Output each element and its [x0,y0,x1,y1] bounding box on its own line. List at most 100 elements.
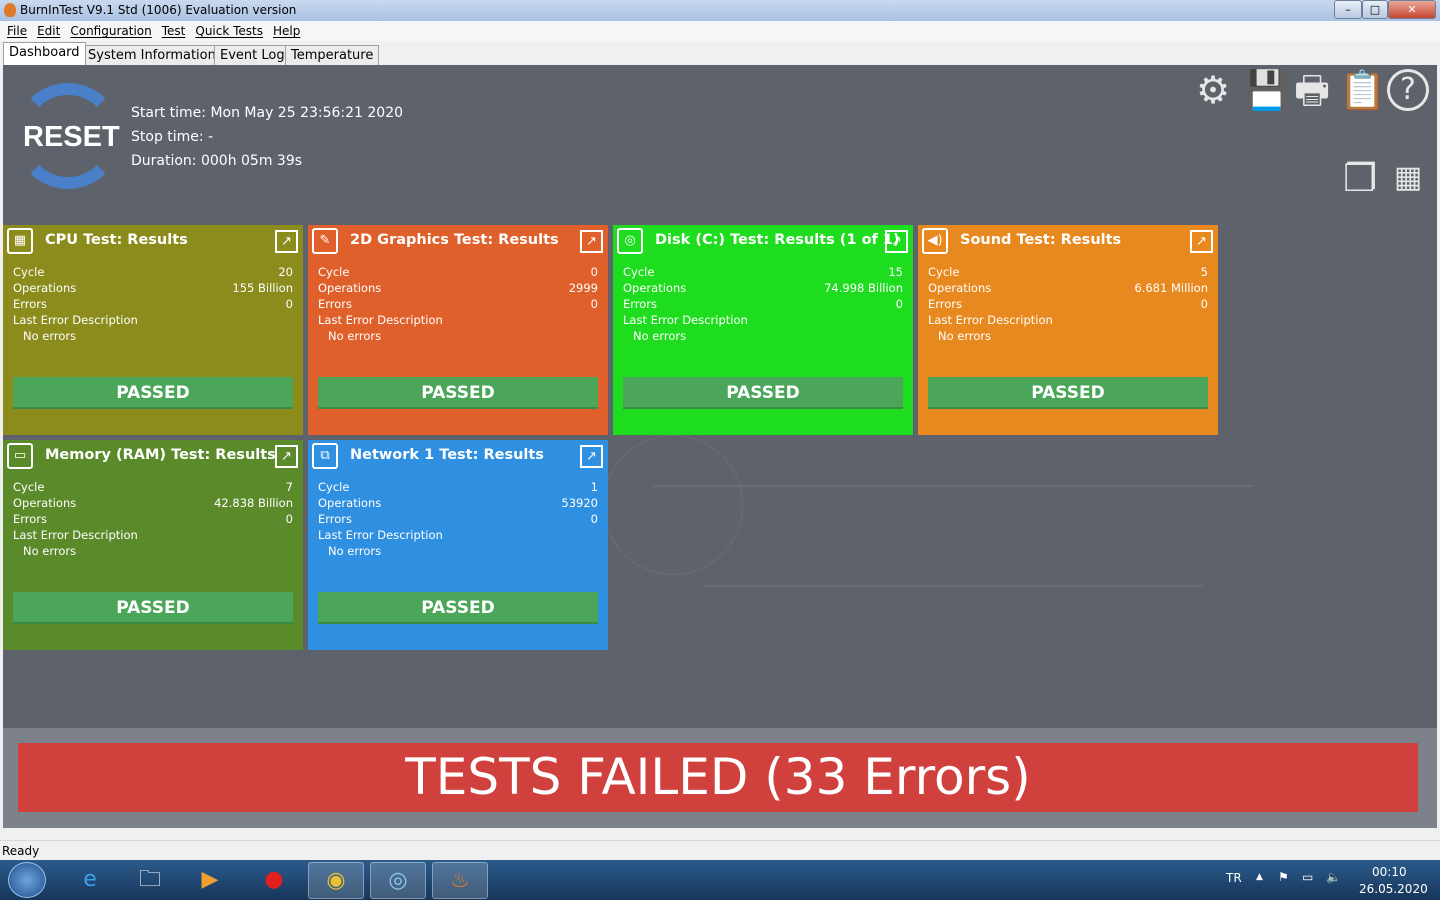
errors-row: Errors 0 [318,297,598,313]
operations-value: 74.998 Billion [824,281,903,295]
circuit-decoration [653,485,1253,487]
show-hidden-icons-icon[interactable]: ▲ [1256,872,1263,882]
errors-value: 0 [285,297,293,311]
start-button[interactable] [8,862,46,898]
clock-date[interactable]: 26.05.2020 [1359,882,1428,896]
dashboard-panel: RESET Start time: Mon May 25 23:56:21 20… [3,65,1437,828]
help-icon[interactable]: ? [1387,69,1429,111]
speaker-icon: ◀) [922,228,948,254]
last-error-value: No errors [23,544,77,558]
grid-view-icon[interactable]: ▦ [1387,157,1429,199]
operations-value: 42.838 Billion [214,496,293,510]
operations-label: Operations [318,496,382,510]
taskbar-chrome-icon[interactable]: ◉ [308,862,364,899]
operations-row: Operations 53920 [318,496,598,512]
memory-icon: ▭ [7,443,33,469]
cycle-label: Cycle [13,480,45,494]
last-error-label: Last Error Description [13,528,138,542]
duration: Duration: 000h 05m 39s [131,153,303,169]
tab-temperature[interactable]: Temperature [285,45,380,65]
close-button[interactable]: ✕ [1388,0,1436,19]
settings-gears-icon[interactable]: ⚙ [1192,69,1234,111]
operations-value: 6.681 Million [1134,281,1208,295]
cycle-value: 7 [285,480,293,494]
cycle-row: Cycle 1 [318,480,598,496]
cycle-row: Cycle 7 [13,480,293,496]
menu-help[interactable]: Help [273,21,300,41]
card-title: CPU Test: Results [45,232,188,248]
last-error-label: Last Error Description [928,313,1053,327]
errors-label: Errors [13,297,48,311]
cycle-label: Cycle [928,265,960,279]
card-title: Network 1 Test: Results [350,447,544,463]
test-card: ⧉ Network 1 Test: Results ↗ Cycle 1 Opera… [308,440,608,650]
popout-icon[interactable]: ↗ [885,230,908,253]
test-result-banner: TESTS FAILED (33 Errors) [18,743,1418,812]
reset-label[interactable]: RESET [23,121,120,154]
operations-row: Operations 6.681 Million [928,281,1208,297]
taskbar-app-icon[interactable]: ● [246,862,302,899]
menu-edit[interactable]: Edit [37,21,60,41]
circuit-decoration [703,585,1203,587]
taskbar-media-player-icon[interactable]: ▶ [182,862,238,899]
popout-icon[interactable]: ↗ [275,230,298,253]
last-error-label: Last Error Description [13,313,138,327]
language-indicator[interactable]: TR [1226,871,1242,885]
taskbar-network-icon[interactable]: ◎ [370,862,426,899]
save-icon[interactable]: 💾 [1243,69,1290,111]
menu-configuration[interactable]: Configuration [70,21,151,41]
cycle-value: 0 [590,265,598,279]
cycle-label: Cycle [13,265,45,279]
minimize-button[interactable]: – [1334,0,1362,19]
card-title: 2D Graphics Test: Results [350,232,559,248]
network-tray-icon[interactable]: ▭ [1302,870,1313,884]
app-flame-icon [4,3,16,17]
card-title: Disk (C:) Test: Results (1 of 1) [655,232,900,248]
cycle-row: Cycle 20 [13,265,293,281]
tab-dashboard[interactable]: Dashboard [3,42,86,65]
cycle-value: 1 [590,480,598,494]
popout-icon[interactable]: ↗ [580,230,603,253]
menu-quick-tests[interactable]: Quick Tests [195,21,263,41]
passed-status: PASSED [318,592,598,624]
passed-status: PASSED [13,377,293,409]
errors-row: Errors 0 [13,512,293,528]
volume-icon[interactable]: 🔈 [1326,870,1341,884]
clock-time[interactable]: 00:10 [1372,865,1407,879]
action-center-flag-icon[interactable]: ⚑ [1278,870,1289,884]
last-error-value: No errors [328,544,382,558]
clipboard-icon[interactable]: 📋 [1339,69,1386,111]
title-bar: BurnInTest V9.1 Std (1006) Evaluation ve… [0,0,1440,21]
passed-status: PASSED [13,592,293,624]
errors-row: Errors 0 [318,512,598,528]
paintbrush-icon: ✎ [312,228,338,254]
tab-system-information[interactable]: System Information [82,45,222,65]
errors-value: 0 [590,512,598,526]
test-card: ▦ CPU Test: Results ↗ Cycle 20 Operations… [3,225,303,435]
menu-file[interactable]: File [7,21,27,41]
popout-icon[interactable]: ↗ [580,445,603,468]
popout-icon[interactable]: ↗ [275,445,298,468]
gear-decoration [603,435,743,575]
cycle-value: 15 [888,265,903,279]
errors-label: Errors [13,512,48,526]
cycle-value: 20 [278,265,293,279]
errors-value: 0 [590,297,598,311]
windows-view-icon[interactable]: ❐ [1339,157,1381,199]
taskbar-explorer-icon[interactable]: 🗀 [122,862,178,899]
test-card: ▭ Memory (RAM) Test: Results ↗ Cycle 7 Op… [3,440,303,650]
tab-event-log[interactable]: Event Log [214,45,291,65]
maximize-button[interactable]: □ [1362,0,1388,19]
operations-label: Operations [928,281,992,295]
menu-test[interactable]: Test [162,21,186,41]
operations-label: Operations [318,281,382,295]
last-error-label: Last Error Description [318,313,443,327]
print-icon[interactable]: 🖶 [1291,69,1333,111]
card-title: Memory (RAM) Test: Results [45,447,276,463]
passed-status: PASSED [623,377,903,409]
taskbar-internet-explorer-icon[interactable]: e [62,862,118,899]
menu-bar: File Edit Configuration Test Quick Tests Help [0,21,1440,41]
taskbar-burnintest-icon[interactable]: ♨ [432,862,488,899]
operations-row: Operations 74.998 Billion [623,281,903,297]
popout-icon[interactable]: ↗ [1190,230,1213,253]
